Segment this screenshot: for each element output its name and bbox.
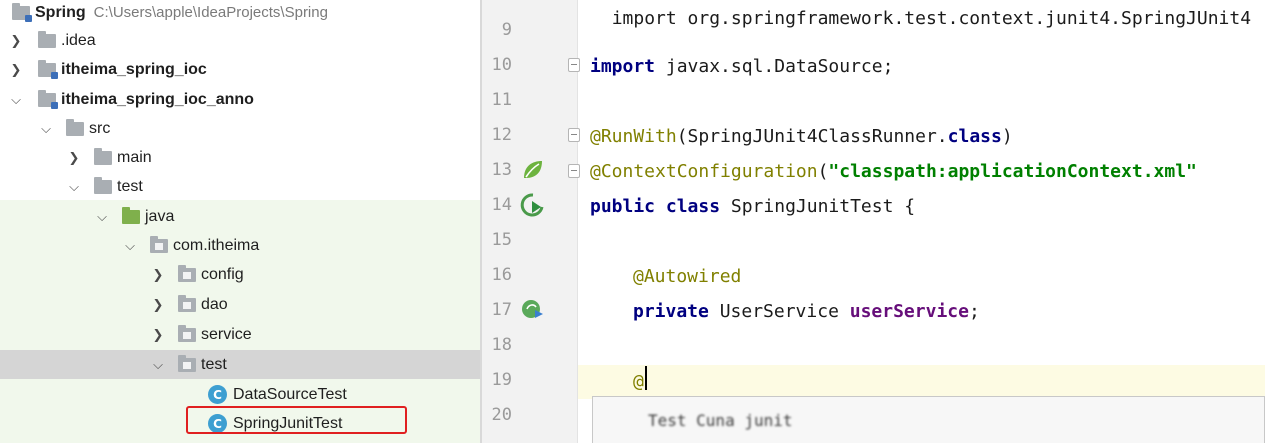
chevron-right-icon[interactable]: ❯ (150, 297, 166, 313)
java-class-icon: C (208, 385, 227, 404)
chevron-down-icon[interactable]: ⌵ (8, 92, 24, 108)
highlight-annotation-box (186, 406, 407, 434)
chevron-right-icon[interactable]: ❯ (66, 150, 82, 166)
tree-item-label: .idea (61, 31, 96, 49)
line-number: 19 (491, 370, 512, 390)
tree-item-com-itheima[interactable]: ⌵ com.itheima (0, 231, 480, 260)
code-line-17: private UserService userService; (633, 301, 980, 322)
line-number: 15 (491, 230, 512, 250)
tree-item-dao[interactable]: ❯ dao (0, 290, 480, 319)
line-number: 11 (491, 90, 512, 110)
tree-item-idea[interactable]: ❯ .idea (0, 26, 480, 55)
line-number: 14 (491, 195, 512, 215)
tree-item-label: test (201, 355, 227, 373)
chevron-right-icon[interactable]: ❯ (150, 327, 166, 343)
test-root-folder-icon (122, 206, 140, 224)
text-caret (645, 366, 647, 390)
code-line-19: @ (633, 371, 644, 392)
chevron-down-icon[interactable]: ⌵ (66, 179, 82, 195)
tree-item-label: itheima_spring_ioc (61, 60, 207, 78)
fold-marker-icon[interactable] (568, 128, 580, 142)
line-number: 12 (491, 125, 512, 145)
tree-item-label: com.itheima (173, 236, 260, 254)
line-number: 16 (491, 265, 512, 285)
chevron-down-icon[interactable]: ⌵ (150, 357, 166, 373)
tree-item-label: src (89, 119, 111, 137)
package-icon (178, 294, 196, 312)
fold-marker-icon[interactable] (568, 58, 580, 72)
chevron-down-icon[interactable]: ⌵ (122, 238, 138, 254)
folder-icon (94, 176, 112, 194)
tree-item-itheima-spring-ioc[interactable]: ❯ itheima_spring_ioc (0, 55, 480, 84)
chevron-down-icon[interactable]: ⌵ (38, 121, 54, 137)
tree-item-itheima-spring-ioc-anno[interactable]: ⌵ itheima_spring_ioc_anno (0, 85, 480, 114)
package-icon (178, 324, 196, 342)
code-line-8-partial: import org.springframework.test.context.… (611, 8, 1252, 29)
tree-item-datasourcetest[interactable]: C DataSourceTest (0, 380, 480, 409)
project-tree: Spring C:\Users\apple\IdeaProjects\Sprin… (0, 0, 480, 443)
tree-item-service[interactable]: ❯ service (0, 320, 480, 349)
folder-icon (38, 30, 56, 48)
line-number: 18 (491, 335, 512, 355)
tree-item-label: itheima_spring_ioc_anno (61, 90, 254, 108)
module-folder-icon (38, 59, 58, 79)
autowired-bean-icon[interactable] (520, 297, 546, 323)
fold-marker-icon[interactable] (568, 164, 580, 178)
spring-leaf-icon[interactable] (520, 157, 546, 183)
package-icon (150, 235, 168, 253)
line-number: 9 (501, 20, 512, 40)
tree-item-label: DataSourceTest (233, 385, 347, 403)
code-line-16: @Autowired (633, 266, 742, 287)
tree-item-test-dir[interactable]: ⌵ test (0, 172, 480, 201)
tree-item-label: config (201, 265, 244, 283)
chevron-right-icon[interactable]: ❯ (8, 62, 24, 78)
folder-icon (94, 147, 112, 165)
chevron-right-icon[interactable]: ❯ (150, 267, 166, 283)
line-number: 20 (491, 405, 512, 425)
code-line-14: public class SpringJunitTest { (590, 196, 916, 217)
code-line-10: import javax.sql.DataSource; (590, 56, 894, 77)
tree-item-label: java (145, 207, 175, 225)
chevron-right-icon[interactable]: ❯ (8, 33, 24, 49)
tree-root-spring[interactable]: Spring C:\Users\apple\IdeaProjects\Sprin… (0, 0, 480, 27)
tree-item-label: service (201, 325, 252, 343)
tree-item-test-package[interactable]: ⌵ test (0, 350, 480, 379)
module-folder-icon (12, 2, 32, 22)
module-folder-icon (38, 89, 58, 109)
tree-item-java[interactable]: ⌵ java (0, 202, 480, 231)
run-test-icon[interactable] (520, 192, 546, 218)
tree-item-config[interactable]: ❯ config (0, 260, 480, 289)
package-icon (178, 264, 196, 282)
tree-root-path: C:\Users\apple\IdeaProjects\Spring (93, 4, 328, 21)
package-icon (178, 354, 196, 372)
chevron-down-icon[interactable]: ⌵ (94, 209, 110, 225)
completion-item[interactable]: Test Cuna junit (648, 411, 793, 430)
tree-item-main[interactable]: ❯ main (0, 143, 480, 172)
tree-item-label: main (117, 148, 152, 166)
code-line-13: @ContextConfiguration("classpath:applica… (590, 161, 1197, 182)
tree-item-label: dao (201, 295, 228, 313)
line-number: 13 (491, 160, 512, 180)
line-number: 17 (491, 300, 512, 320)
tree-item-src[interactable]: ⌵ src (0, 114, 480, 143)
tree-root-label: Spring (35, 3, 86, 21)
code-completion-popup[interactable]: Test Cuna junit (592, 396, 1265, 443)
current-line-highlight (578, 365, 1265, 399)
tree-item-label: test (117, 177, 143, 195)
code-line-12: @RunWith(SpringJUnit4ClassRunner.class) (590, 126, 1013, 147)
folder-icon (66, 118, 84, 136)
line-number: 10 (491, 55, 512, 75)
